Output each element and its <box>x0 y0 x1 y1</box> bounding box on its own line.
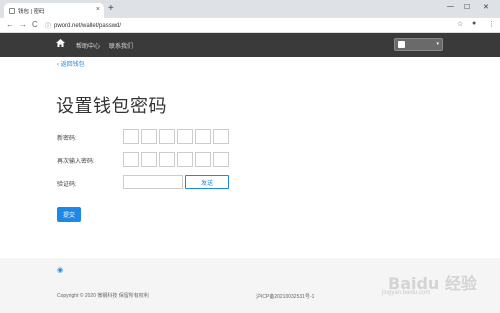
url-text: pword.net/wallet/passwd/ <box>54 22 122 29</box>
new-password-digit[interactable] <box>195 129 211 144</box>
new-password-digit[interactable] <box>213 129 229 144</box>
reload-icon[interactable]: C <box>32 20 38 29</box>
new-password-digit[interactable] <box>177 129 193 144</box>
send-code-button[interactable]: 发送 <box>185 175 229 189</box>
confirm-password-digit[interactable] <box>177 152 193 167</box>
avatar <box>398 41 405 48</box>
confirm-password-digit[interactable] <box>123 152 139 167</box>
site-header: 帮助中心 联系我们 ▾ <box>0 33 500 57</box>
browser-tab[interactable]: 钱包 | 密码 × <box>4 3 104 18</box>
page-title: 设置钱包密码 <box>56 96 167 116</box>
tab-close-icon[interactable]: × <box>96 6 100 13</box>
minimize-icon[interactable]: — <box>447 3 454 10</box>
menu-icon[interactable]: ⋮ <box>488 20 495 28</box>
user-menu[interactable]: ▾ <box>394 38 443 51</box>
back-to-wallet-link[interactable]: ‹ 返回钱包 <box>57 59 85 68</box>
copyright-text: Copyright © 2020 微钢科技 保留所有权利 <box>57 293 149 299</box>
new-password-digit[interactable] <box>123 129 139 144</box>
maximize-icon[interactable]: ☐ <box>464 3 470 11</box>
bookmark-star-icon[interactable]: ☆ <box>457 20 463 28</box>
verification-code-label: 验证码: <box>57 182 77 188</box>
back-icon[interactable]: ← <box>6 20 14 29</box>
chevron-left-icon: ‹ <box>57 62 59 68</box>
forward-icon[interactable]: → <box>19 20 27 29</box>
new-password-label: 新密码: <box>57 136 77 142</box>
watermark-url: jingyan.baidu.com <box>382 290 431 296</box>
confirm-password-digit[interactable] <box>195 152 211 167</box>
browser-tabstrip: 钱包 | 密码 × + — ☐ ✕ <box>0 0 500 18</box>
nav-contact-us[interactable]: 联系我们 <box>109 41 133 50</box>
address-bar[interactable]: ⓘ pword.net/wallet/passwd/ <box>45 20 445 31</box>
back-link-label: 返回钱包 <box>60 62 85 68</box>
house-icon[interactable] <box>56 39 65 49</box>
new-password-field <box>123 129 229 144</box>
nav-help-center[interactable]: 帮助中心 <box>76 41 100 50</box>
chevron-down-icon: ▾ <box>436 41 439 47</box>
tab-title: 钱包 | 密码 <box>18 8 45 15</box>
close-window-icon[interactable]: ✕ <box>483 3 489 11</box>
profile-icon[interactable]: ● <box>472 20 476 27</box>
new-tab-button[interactable]: + <box>108 3 114 14</box>
browser-toolbar: ← → C ⓘ pword.net/wallet/passwd/ ☆ ● ⋮ <box>0 18 500 33</box>
confirm-password-label: 再次输入密码: <box>57 159 95 165</box>
submit-button[interactable]: 提交 <box>57 207 81 222</box>
confirm-password-digit[interactable] <box>213 152 229 167</box>
confirm-password-field <box>123 152 229 167</box>
site-info-icon[interactable]: ⓘ <box>45 21 51 30</box>
favicon-icon <box>9 7 15 14</box>
new-password-digit[interactable] <box>159 129 175 144</box>
new-password-digit[interactable] <box>141 129 157 144</box>
globe-icon[interactable]: ◉ <box>57 266 63 274</box>
confirm-password-digit[interactable] <box>159 152 175 167</box>
verification-code-input[interactable] <box>123 175 183 189</box>
icp-license[interactable]: 沪ICP备20210032531号-1 <box>256 293 314 300</box>
confirm-password-digit[interactable] <box>141 152 157 167</box>
